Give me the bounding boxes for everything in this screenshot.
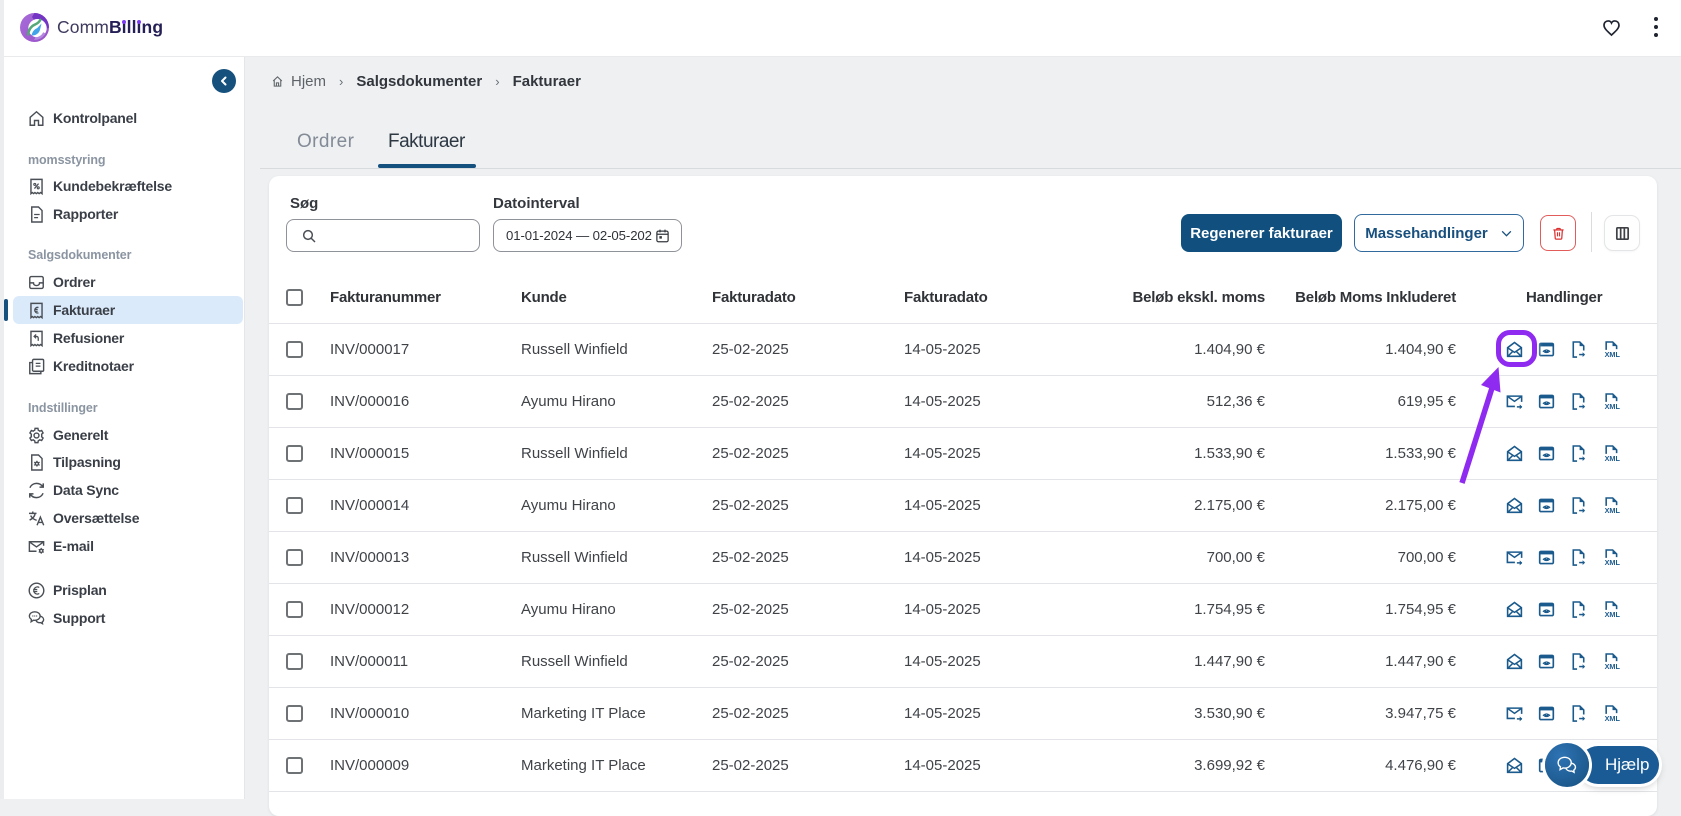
svg-text:XML: XML bbox=[1605, 610, 1621, 619]
svg-text:XML: XML bbox=[1605, 454, 1621, 463]
svg-text:XML: XML bbox=[1605, 350, 1621, 359]
svg-text:XML: XML bbox=[1605, 402, 1621, 411]
svg-text:XML: XML bbox=[1605, 558, 1621, 567]
svg-text:XML: XML bbox=[1605, 714, 1621, 723]
svg-text:XML: XML bbox=[1605, 662, 1621, 671]
svg-text:XML: XML bbox=[1605, 506, 1621, 515]
